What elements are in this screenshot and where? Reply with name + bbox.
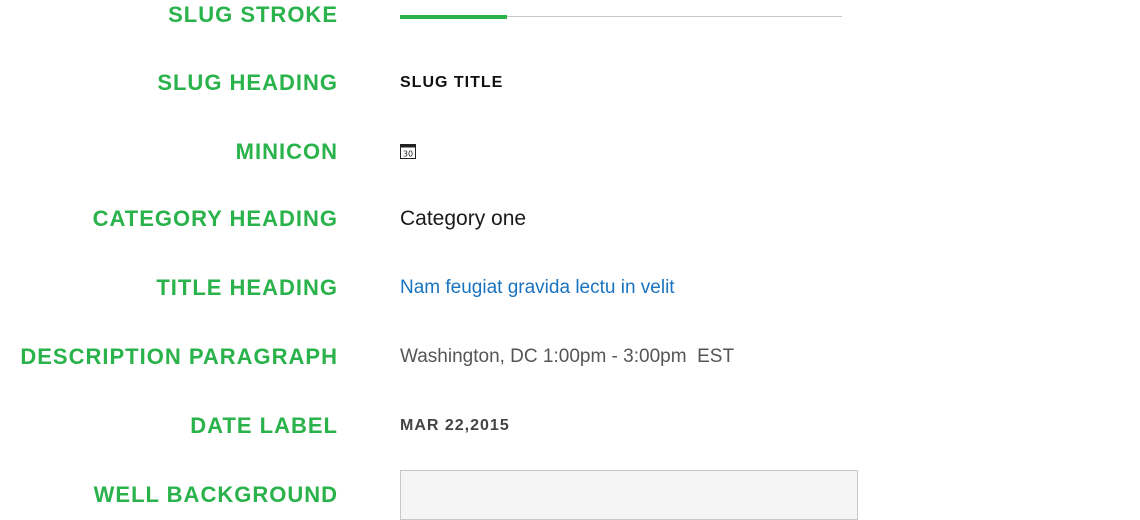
category-heading-label: CATEGORY HEADING	[92, 206, 338, 231]
description-paragraph-value: Washington, DC 1:00pm - 3:00pm EST	[400, 346, 735, 367]
slug-heading-label: SLUG HEADING	[157, 70, 338, 95]
slug-stroke-label: SLUG STROKE	[168, 2, 338, 27]
row-description-paragraph: DESCRIPTION PARAGRAPH Washington, DC 1:0…	[0, 342, 1140, 372]
well-background	[400, 470, 858, 520]
row-category-heading: CATEGORY HEADING Category one	[0, 204, 1140, 234]
date-label-value: MAR 22,2015	[400, 417, 510, 434]
category-heading-value: Category one	[400, 207, 527, 230]
title-heading-link[interactable]: Nam feugiat gravida lectu in velit	[400, 277, 675, 299]
slug-title: SLUG TITLE	[400, 74, 504, 91]
row-date-label: DATE LABEL MAR 22,2015	[0, 411, 1140, 441]
minicon-label: MINICON	[235, 139, 338, 164]
row-title-heading: TITLE HEADING Nam feugiat gravida lectu …	[0, 273, 1140, 303]
slug-stroke-accent	[400, 14, 507, 19]
description-paragraph-label: DESCRIPTION PARAGRAPH	[20, 344, 338, 369]
calendar-icon-text: 30	[403, 149, 413, 158]
row-slug-stroke: SLUG STROKE	[0, 0, 1140, 30]
date-label-label: DATE LABEL	[190, 413, 338, 438]
row-slug-heading: SLUG HEADING SLUG TITLE	[0, 68, 1140, 98]
calendar-icon: 30	[400, 143, 416, 164]
slug-stroke	[400, 14, 842, 19]
well-background-label: WELL BACKGROUND	[93, 482, 338, 507]
title-heading-label: TITLE HEADING	[156, 275, 338, 300]
row-minicon: MINICON 30	[0, 137, 1140, 167]
